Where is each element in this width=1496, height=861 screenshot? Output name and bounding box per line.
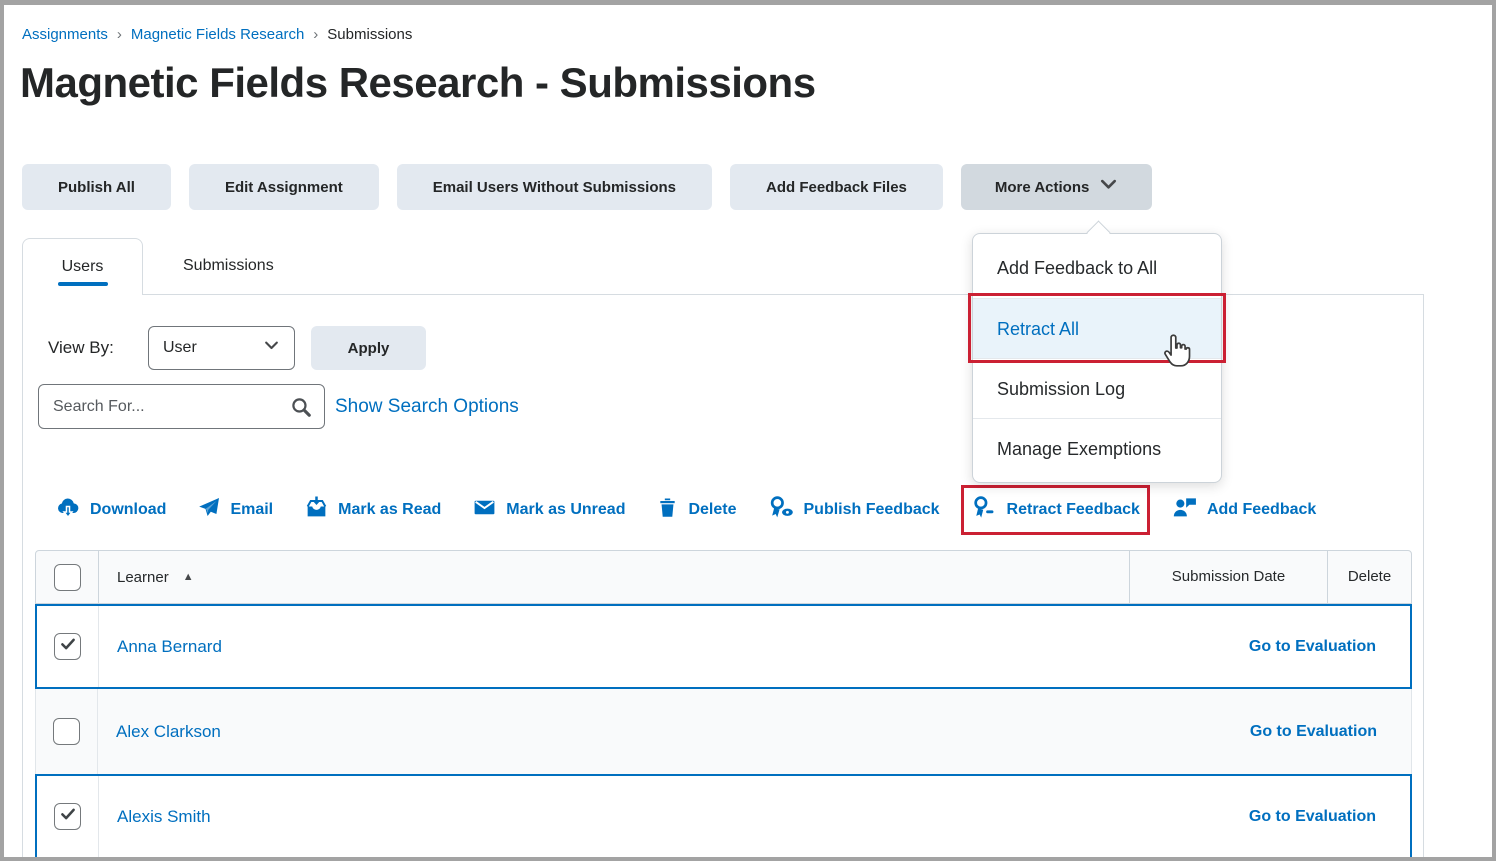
learner-link[interactable]: Alexis Smith xyxy=(117,807,211,827)
add-feedback-icon xyxy=(1171,495,1198,525)
learner-link[interactable]: Alex Clarkson xyxy=(116,722,221,742)
delete-action[interactable]: Delete xyxy=(656,496,736,524)
tab-users-label: Users xyxy=(62,258,104,276)
table-row: Anna Bernard Go to Evaluation xyxy=(35,604,1412,689)
more-actions-label: More Actions xyxy=(995,179,1089,196)
download-label: Download xyxy=(90,501,166,519)
chevron-down-icon xyxy=(263,339,280,357)
add-feedback-action[interactable]: Add Feedback xyxy=(1171,495,1316,525)
search-field xyxy=(38,384,325,429)
menu-item-submission-log[interactable]: Submission Log xyxy=(973,358,1221,418)
page-action-buttons: Publish All Edit Assignment Email Users … xyxy=(22,164,1152,210)
more-actions-menu: Add Feedback to All Retract All Submissi… xyxy=(972,233,1222,483)
add-feedback-label: Add Feedback xyxy=(1207,501,1316,519)
go-to-evaluation-link[interactable]: Go to Evaluation xyxy=(1249,808,1376,826)
checkmark-icon xyxy=(59,635,77,658)
breadcrumb-link-assignments[interactable]: Assignments xyxy=(22,26,108,43)
mark-as-read-action[interactable]: Mark as Read xyxy=(304,495,441,525)
learner-column-header[interactable]: Learner xyxy=(117,569,169,586)
table-row: Alexis Smith Go to Evaluation xyxy=(35,774,1412,858)
active-tab-indicator xyxy=(58,282,108,286)
menu-item-add-feedback-to-all[interactable]: Add Feedback to All xyxy=(973,238,1221,298)
edit-assignment-button[interactable]: Edit Assignment xyxy=(189,164,379,210)
submissions-table: Learner ▲ Submission Date Delete Anna Be… xyxy=(35,550,1412,858)
breadcrumb-separator-icon: › xyxy=(313,26,318,43)
tab-submissions[interactable]: Submissions xyxy=(143,238,314,294)
sort-ascending-icon[interactable]: ▲ xyxy=(183,571,194,583)
breadcrumb-link-magnetic-fields-research[interactable]: Magnetic Fields Research xyxy=(131,26,304,43)
retract-feedback-action[interactable]: Retract Feedback xyxy=(971,495,1140,525)
breadcrumb: Assignments › Magnetic Fields Research ›… xyxy=(22,26,412,43)
publish-all-button[interactable]: Publish All xyxy=(22,164,171,210)
view-by-selected-value: User xyxy=(163,339,197,357)
table-header-row: Learner ▲ Submission Date Delete xyxy=(35,550,1412,604)
more-actions-button[interactable]: More Actions xyxy=(961,164,1152,210)
go-to-evaluation-link[interactable]: Go to Evaluation xyxy=(1250,723,1377,741)
mark-as-unread-action[interactable]: Mark as Unread xyxy=(472,495,625,525)
email-action[interactable]: Email xyxy=(197,496,273,525)
menu-item-manage-exemptions[interactable]: Manage Exemptions xyxy=(973,418,1221,478)
table-row: Alex Clarkson Go to Evaluation xyxy=(35,689,1412,774)
cloud-download-icon xyxy=(55,495,81,526)
search-input[interactable] xyxy=(39,398,290,416)
publish-feedback-icon xyxy=(768,495,795,525)
mark-as-read-icon xyxy=(304,495,329,525)
row-checkbox-checked[interactable] xyxy=(54,803,81,830)
breadcrumb-separator-icon: › xyxy=(117,26,122,43)
checkmark-icon xyxy=(59,805,77,828)
trash-icon xyxy=(656,496,679,524)
menu-item-retract-all[interactable]: Retract All xyxy=(973,298,1221,358)
learner-link[interactable]: Anna Bernard xyxy=(117,637,222,657)
apply-button[interactable]: Apply xyxy=(311,326,426,370)
tab-users[interactable]: Users xyxy=(22,238,143,295)
select-all-checkbox[interactable] xyxy=(54,564,81,591)
email-label: Email xyxy=(230,501,273,519)
row-checkbox-unchecked[interactable] xyxy=(53,718,80,745)
mark-as-unread-label: Mark as Unread xyxy=(506,501,625,519)
go-to-evaluation-link[interactable]: Go to Evaluation xyxy=(1249,638,1376,656)
chevron-down-icon xyxy=(1099,178,1118,196)
retract-feedback-icon xyxy=(971,495,998,525)
mark-as-read-label: Mark as Read xyxy=(338,501,441,519)
publish-feedback-label: Publish Feedback xyxy=(804,501,940,519)
publish-feedback-action[interactable]: Publish Feedback xyxy=(768,495,940,525)
search-icon[interactable] xyxy=(290,396,312,418)
submission-date-column-header: Submission Date xyxy=(1129,551,1327,603)
delete-column-header: Delete xyxy=(1327,551,1411,603)
page-title: Magnetic Fields Research - Submissions xyxy=(20,59,816,107)
view-by-label: View By: xyxy=(48,326,114,370)
view-by-select[interactable]: User xyxy=(148,326,295,370)
retract-feedback-label: Retract Feedback xyxy=(1007,501,1140,519)
show-search-options-link[interactable]: Show Search Options xyxy=(335,384,519,429)
send-icon xyxy=(197,496,221,525)
email-users-without-submissions-button[interactable]: Email Users Without Submissions xyxy=(397,164,712,210)
mark-as-unread-icon xyxy=(472,495,497,525)
bulk-actions-bar: Download Email Mark as Read Mark as Unre… xyxy=(55,492,1316,528)
delete-label: Delete xyxy=(688,501,736,519)
row-checkbox-checked[interactable] xyxy=(54,633,81,660)
browser-window: Assignments › Magnetic Fields Research ›… xyxy=(0,0,1496,861)
add-feedback-files-button[interactable]: Add Feedback Files xyxy=(730,164,943,210)
download-action[interactable]: Download xyxy=(55,495,166,526)
breadcrumb-current: Submissions xyxy=(327,26,412,43)
